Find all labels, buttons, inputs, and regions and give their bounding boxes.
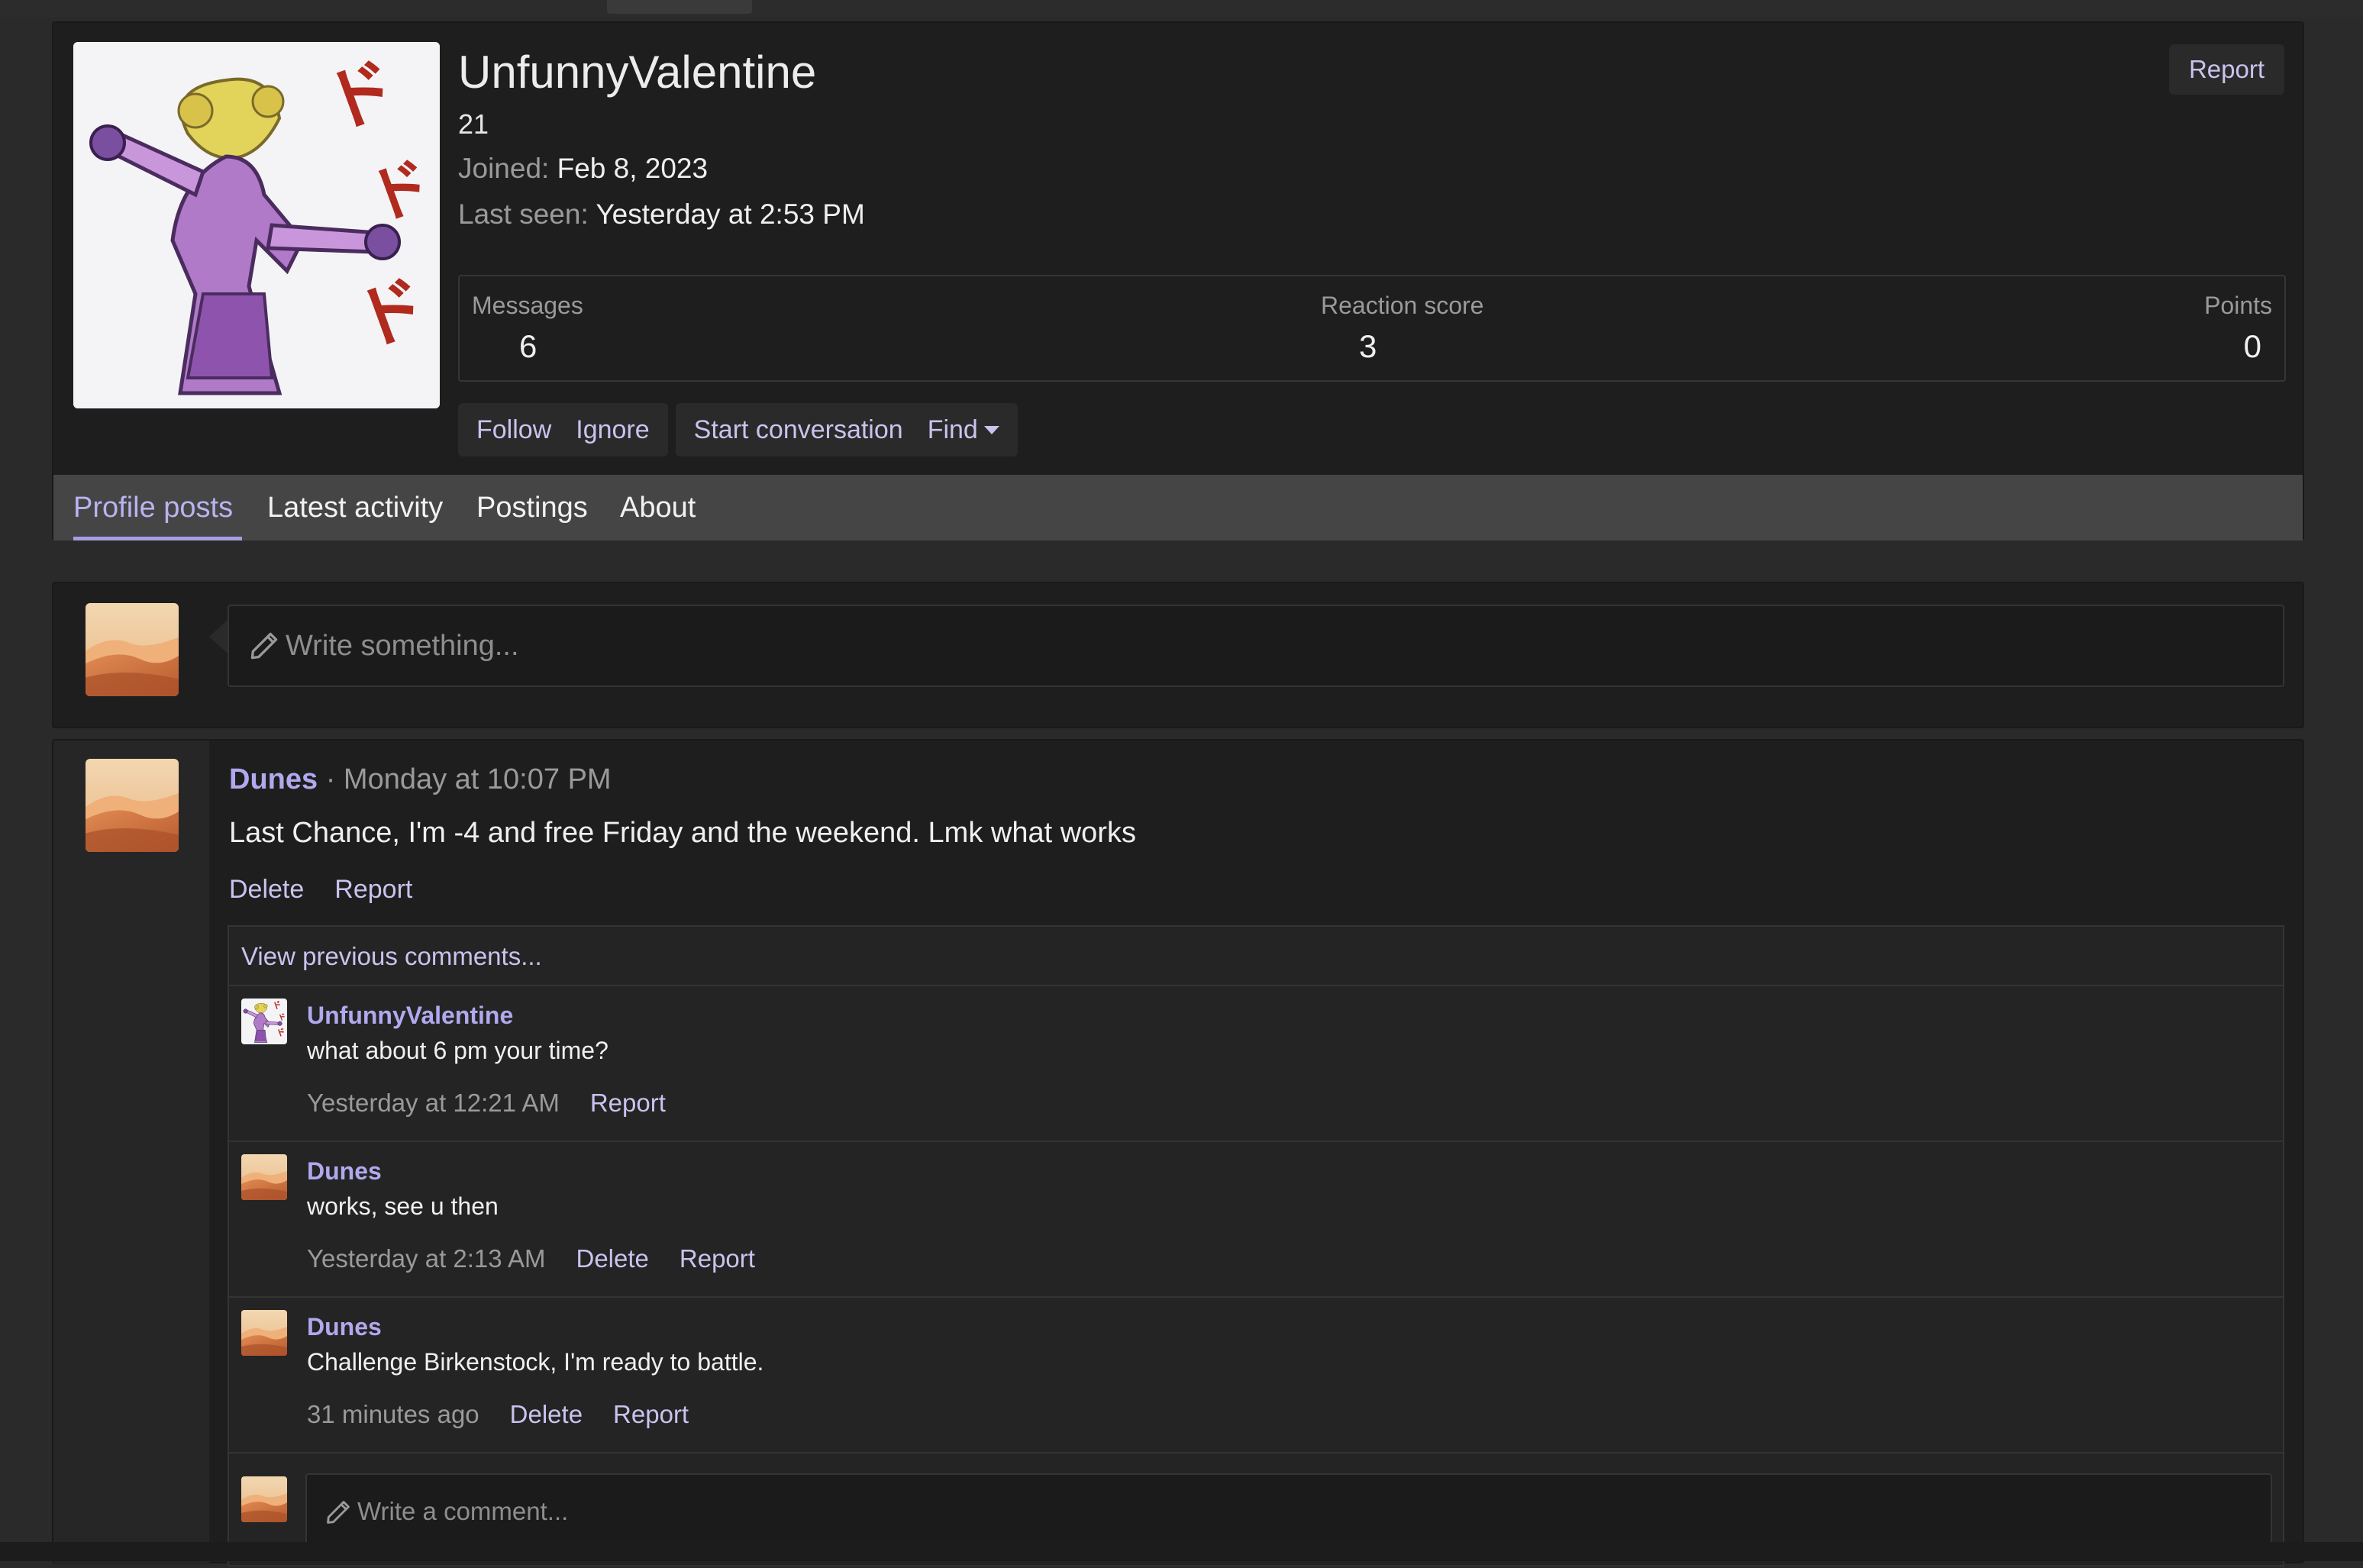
points-label: Points (2204, 292, 2272, 319)
comment-meta: 31 minutes ago Delete Report (307, 1400, 689, 1429)
points-value[interactable]: 0 (2244, 328, 2261, 365)
comment-report-link[interactable]: Report (680, 1244, 755, 1273)
comment-item: Dunes Challenge Birkenstock, I'm ready t… (229, 1299, 2283, 1453)
comment-delete-link[interactable]: Delete (510, 1400, 583, 1429)
last-seen-label: Last seen: (458, 198, 589, 230)
post-delete-link[interactable]: Delete (229, 875, 304, 905)
profile-header: UnfunnyValentine 21 Joined: Feb 8, 2023 … (52, 21, 2304, 540)
comment-time[interactable]: 31 minutes ago (307, 1400, 479, 1429)
reaction-score-label: Reaction score (1321, 292, 1484, 319)
post-separator: · (325, 763, 336, 795)
profile-post: Dunes · Monday at 10:07 PM Last Chance, … (52, 739, 2304, 1566)
post-author[interactable]: Dunes (229, 763, 318, 795)
comment-author[interactable]: Dunes (307, 1313, 382, 1341)
post-time[interactable]: Monday at 10:07 PM (344, 763, 612, 795)
last-seen-value: Yesterday at 2:53 PM (596, 198, 865, 230)
messages-value[interactable]: 6 (519, 328, 537, 365)
comment-time[interactable]: Yesterday at 2:13 AM (307, 1244, 546, 1273)
write-comment-input[interactable]: Write a comment... (305, 1473, 2272, 1550)
start-conversation-button[interactable]: Start conversation (682, 415, 915, 445)
profile-tabs: Profile posts Latest activity Postings A… (53, 475, 2303, 540)
post-actions: Delete Report (229, 875, 412, 905)
bottom-strip (0, 1542, 2363, 1561)
comment-author[interactable]: Dunes (307, 1157, 382, 1186)
joined-value: Feb 8, 2023 (557, 153, 709, 184)
top-strip (0, 0, 2363, 17)
messages-label: Messages (472, 292, 583, 319)
comment-report-link[interactable]: Report (590, 1089, 666, 1118)
comment-report-link[interactable]: Report (613, 1400, 689, 1429)
view-previous-comments-link[interactable]: View previous comments... (229, 927, 2283, 986)
avatar[interactable] (86, 603, 179, 696)
report-profile-button[interactable]: Report (2168, 44, 2284, 95)
profile-post-composer: Write something... (52, 582, 2304, 728)
caret-down-icon (983, 425, 999, 434)
avatar[interactable] (241, 1154, 287, 1200)
profile-avatar[interactable] (73, 42, 440, 408)
ignore-button[interactable]: Ignore (563, 415, 661, 445)
avatar[interactable] (86, 759, 179, 852)
post-body: Last Chance, I'm -4 and free Friday and … (229, 817, 1136, 849)
last-seen-line: Last seen: Yesterday at 2:53 PM (458, 198, 865, 231)
comment-delete-link[interactable]: Delete (576, 1244, 649, 1273)
composer-pointer (209, 620, 228, 653)
profile-age: 21 (458, 108, 489, 140)
comment-text: works, see u then (307, 1192, 499, 1220)
tab-profile-posts[interactable]: Profile posts (73, 475, 243, 540)
comment-item: Dunes works, see u then Yesterday at 2:1… (229, 1144, 2283, 1298)
follow-ignore-group: Follow Ignore (458, 403, 668, 457)
write-something-placeholder: Write something... (286, 630, 519, 662)
avatar[interactable] (241, 1476, 287, 1522)
profile-username: UnfunnyValentine (458, 47, 817, 98)
top-tab[interactable] (607, 0, 752, 14)
joined-line: Joined: Feb 8, 2023 (458, 153, 708, 185)
comment-meta: Yesterday at 12:21 AM Report (307, 1089, 666, 1118)
post-report-link[interactable]: Report (334, 875, 412, 905)
follow-button[interactable]: Follow (464, 415, 563, 445)
avatar[interactable] (241, 999, 287, 1044)
pencil-icon (247, 629, 281, 663)
write-comment-placeholder: Write a comment... (357, 1497, 569, 1525)
post-gutter (53, 740, 209, 1565)
pencil-icon (324, 1498, 353, 1527)
joined-label: Joined: (458, 153, 550, 184)
comment-text: what about 6 pm your time? (307, 1037, 609, 1064)
comment-author[interactable]: UnfunnyValentine (307, 1002, 513, 1030)
find-label: Find (927, 415, 978, 444)
comment-meta: Yesterday at 2:13 AM Delete Report (307, 1244, 755, 1273)
avatar[interactable] (241, 1310, 287, 1356)
find-dropdown[interactable]: Find (915, 415, 1012, 445)
tab-about[interactable]: About (620, 475, 696, 540)
comment-text: Challenge Birkenstock, I'm ready to batt… (307, 1348, 764, 1376)
comment-time[interactable]: Yesterday at 12:21 AM (307, 1089, 560, 1118)
post-header: Dunes · Monday at 10:07 PM (229, 763, 612, 796)
conversation-find-group: Start conversation Find (675, 403, 1018, 457)
profile-stats: Messages 6 Reaction score 3 Points 0 (458, 275, 2286, 382)
tab-postings[interactable]: Postings (476, 475, 588, 540)
profile-actions: Follow Ignore Start conversation Find (458, 403, 1018, 457)
comments-section: View previous comments... UnfunnyValenti… (228, 925, 2284, 1566)
comment-item: UnfunnyValentine what about 6 pm your ti… (229, 988, 2283, 1142)
reaction-score-value[interactable]: 3 (1359, 328, 1377, 365)
write-something-input[interactable]: Write something... (228, 605, 2284, 687)
tab-latest-activity[interactable]: Latest activity (267, 475, 443, 540)
